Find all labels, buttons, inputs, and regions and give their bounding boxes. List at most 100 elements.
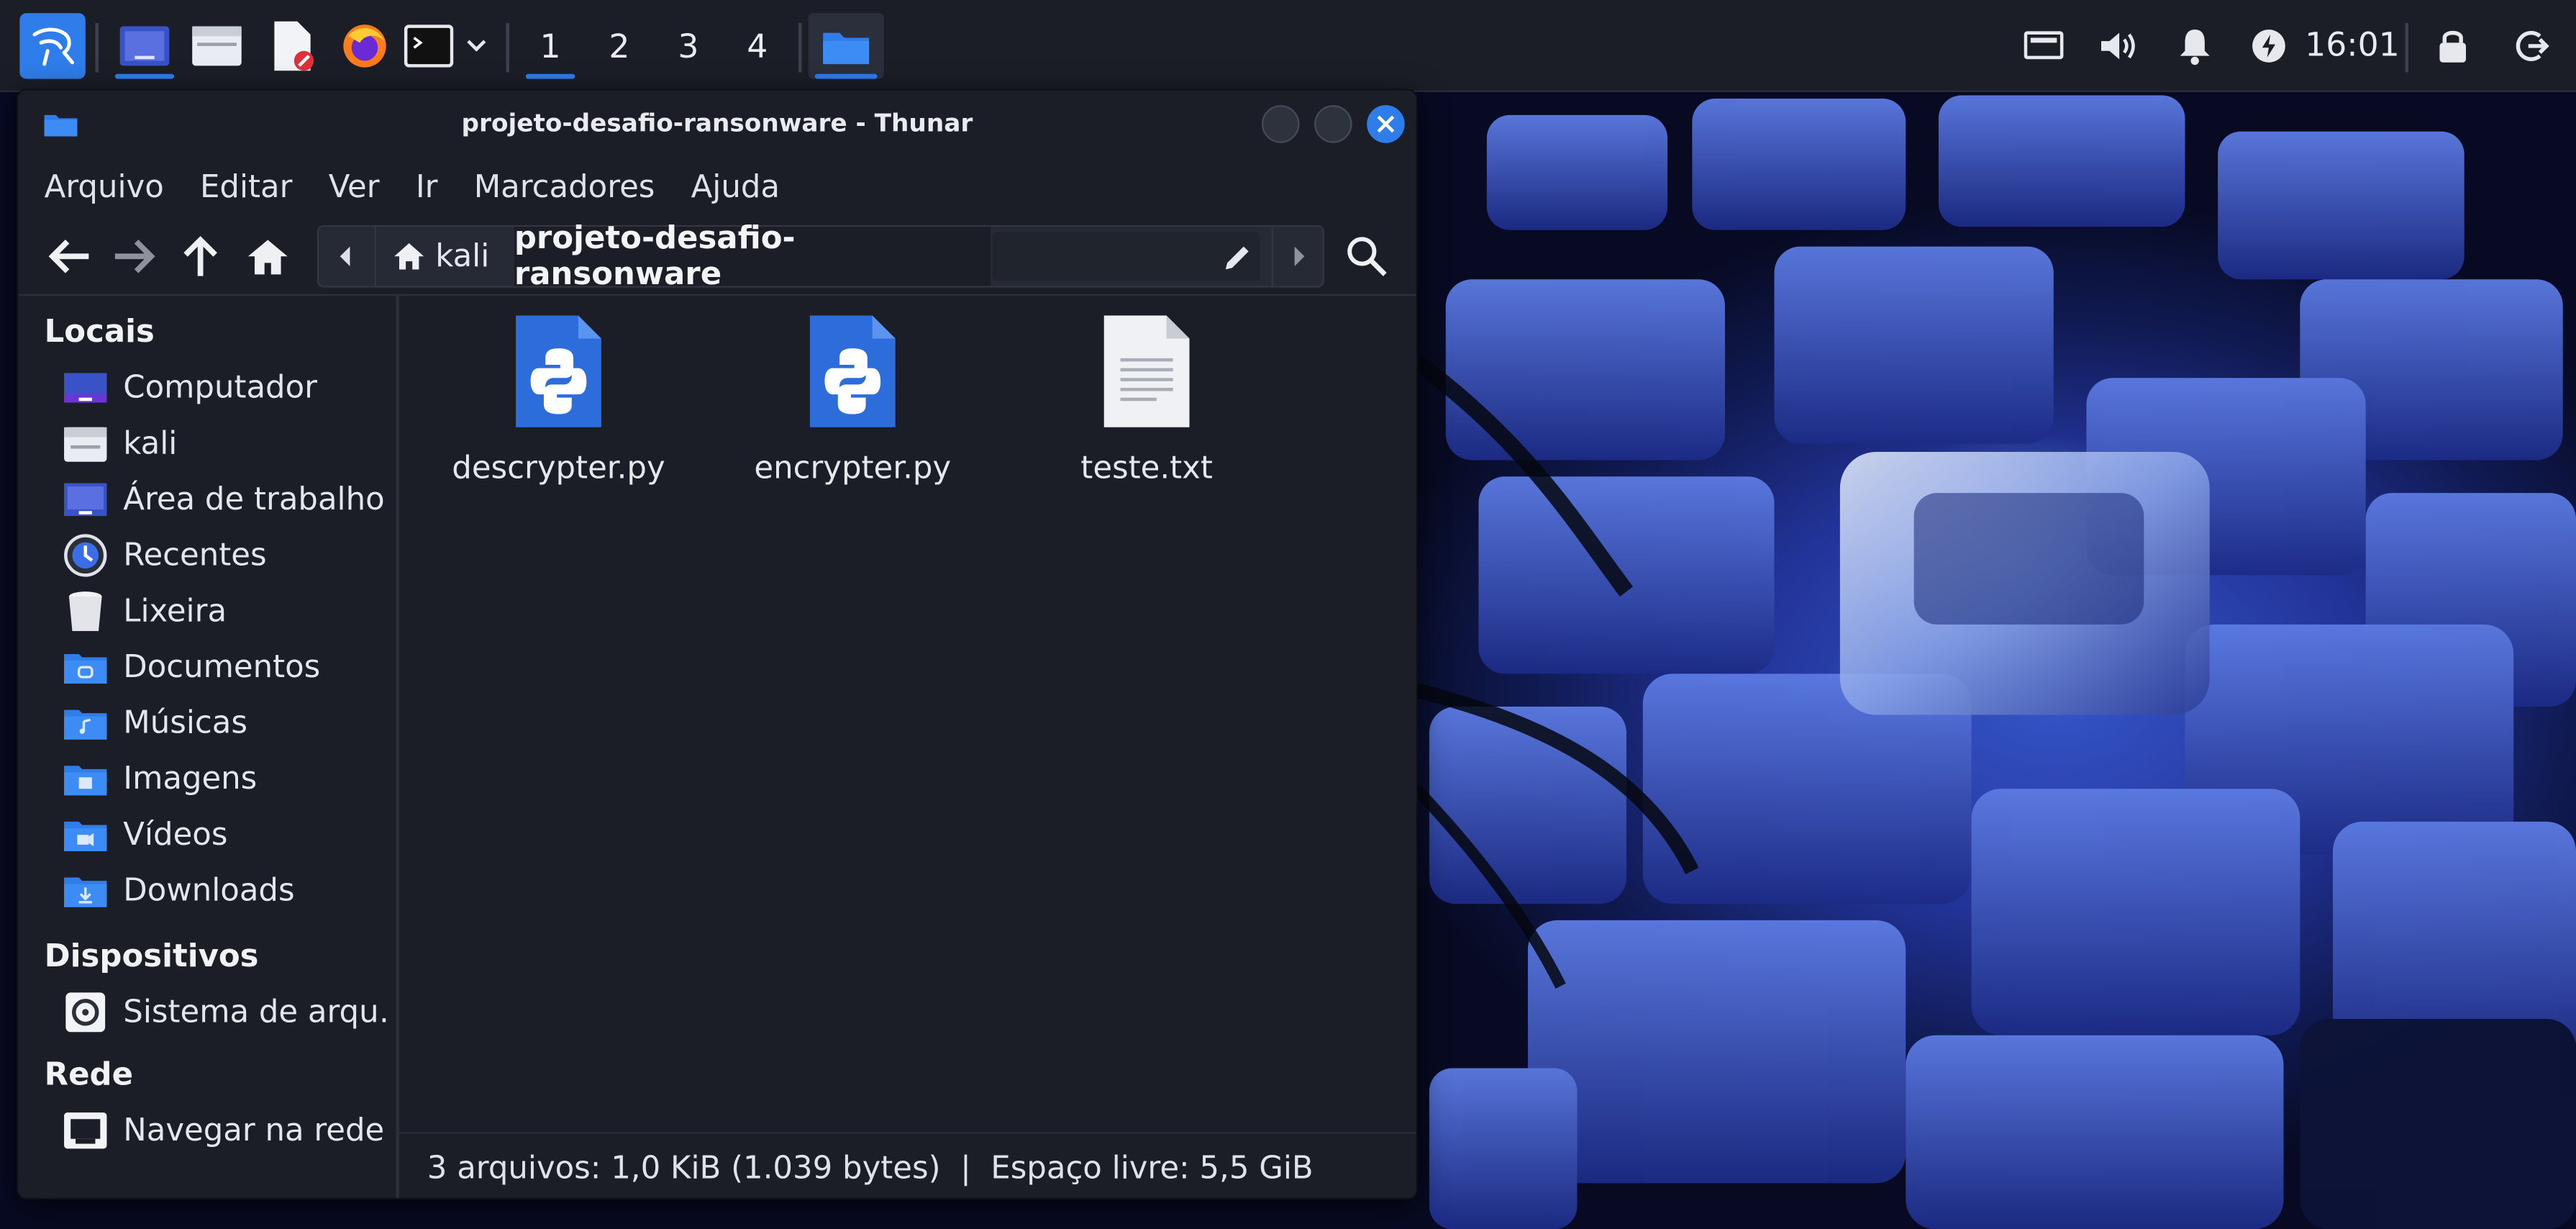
path-scroll-right-button[interactable] xyxy=(1271,227,1324,286)
window-title: projeto-desafio-ransonware - Thunar xyxy=(461,108,973,138)
desktop-icon xyxy=(64,483,107,517)
close-icon xyxy=(1377,115,1395,133)
home-folder-icon xyxy=(64,427,107,462)
terminal-icon xyxy=(404,24,454,68)
show-desktop-button[interactable] xyxy=(109,13,181,79)
power-manager-button[interactable] xyxy=(2244,13,2294,78)
file-item[interactable]: teste.txt xyxy=(1024,312,1270,486)
sidebar: Locais Computador kali Área de trabalho … xyxy=(18,294,396,1198)
music-folder-icon xyxy=(64,709,107,740)
file-item[interactable]: encrypter.py xyxy=(729,312,976,486)
sidebar-item-label: Recentes xyxy=(123,537,267,574)
firefox-icon xyxy=(343,24,386,68)
menu-marcadores[interactable]: Marcadores xyxy=(474,169,655,205)
terminal-launcher[interactable] xyxy=(401,13,457,78)
menu-ajuda[interactable]: Ajuda xyxy=(691,169,780,205)
sidebar-item-musicas[interactable]: Músicas xyxy=(61,699,390,748)
chevron-down-icon xyxy=(467,40,486,52)
volume-button[interactable] xyxy=(2093,13,2146,78)
logout-icon xyxy=(2516,30,2549,61)
file-view[interactable]: descrypter.py encrypter.py teste.txt xyxy=(399,294,1416,1133)
sidebar-item-label: Área de trabalho xyxy=(123,481,385,518)
home-button[interactable] xyxy=(240,228,296,284)
sidebar-section-rede: Rede xyxy=(44,1056,134,1093)
sidebar-item-sistema-de-arquivos[interactable]: Sistema de arqu… xyxy=(61,988,389,1038)
pencil-icon xyxy=(1225,246,1249,270)
kali-menu-button[interactable] xyxy=(19,13,86,79)
sidebar-item-downloads[interactable]: Downloads xyxy=(61,866,390,916)
downloads-folder-icon xyxy=(64,877,107,907)
sidebar-item-label: Lixeira xyxy=(123,593,227,630)
logout-button[interactable] xyxy=(2504,13,2557,78)
text-file-icon xyxy=(1103,315,1190,427)
thunar-window: projeto-desafio-ransonware - Thunar Arqu… xyxy=(16,89,1418,1200)
search-icon xyxy=(1347,237,1387,276)
sidebar-item-kali[interactable]: kali xyxy=(61,419,390,468)
menu-arquivo[interactable]: Arquivo xyxy=(45,169,164,205)
taskbar-thunar-button[interactable] xyxy=(808,13,884,79)
firefox-launcher[interactable] xyxy=(332,13,397,78)
window-titlebar[interactable]: projeto-desafio-ransonware - Thunar xyxy=(18,90,1416,156)
file-name: teste.txt xyxy=(1080,450,1213,487)
notifications-button[interactable] xyxy=(2169,13,2221,78)
sidebar-section-locais: Locais xyxy=(44,314,155,350)
file-manager-icon xyxy=(192,26,242,66)
text-editor-icon xyxy=(274,21,314,71)
sidebar-item-label: Downloads xyxy=(123,872,295,909)
path-scroll-left-button[interactable] xyxy=(319,227,371,286)
menu-ver[interactable]: Ver xyxy=(329,169,380,205)
parent-folder-button[interactable] xyxy=(173,228,229,284)
workspace-2[interactable]: 2 xyxy=(588,13,651,78)
maximize-button[interactable] xyxy=(1314,105,1352,143)
power-manager-icon xyxy=(2252,30,2285,63)
home-icon xyxy=(394,243,424,270)
sidebar-item-area-de-trabalho[interactable]: Área de trabalho xyxy=(61,475,390,525)
breadcrumb-home[interactable]: kali xyxy=(374,227,513,286)
sidebar-item-computador[interactable]: Computador xyxy=(61,363,390,413)
close-button[interactable] xyxy=(1367,105,1405,143)
python-file-icon xyxy=(516,315,601,427)
path-bar: kali projeto-desafio-ransonware xyxy=(317,220,1324,293)
sidebar-item-recentes[interactable]: Recentes xyxy=(61,531,390,581)
edit-location-button[interactable] xyxy=(1216,237,1258,279)
text-editor-launcher[interactable] xyxy=(260,13,325,78)
sidebar-item-label: Músicas xyxy=(123,704,247,741)
terminal-dropdown[interactable] xyxy=(460,13,493,78)
workspace-3[interactable]: 3 xyxy=(657,13,720,78)
sidebar-item-documentos[interactable]: Documentos xyxy=(61,643,390,692)
minimize-button[interactable] xyxy=(1261,105,1300,143)
videos-folder-icon xyxy=(64,821,107,852)
sidebar-item-videos[interactable]: Vídeos xyxy=(61,810,390,860)
search-button[interactable] xyxy=(1339,228,1395,284)
sidebar-item-navegar-na-rede[interactable]: Navegar na rede xyxy=(61,1106,390,1156)
menu-bar: Arquivo Editar Ver Ir Marcadores Ajuda xyxy=(18,156,1416,219)
arrow-up-icon xyxy=(183,235,217,276)
sidebar-item-label: Imagens xyxy=(123,761,258,797)
sidebar-section-dispositivos: Dispositivos xyxy=(44,938,259,975)
lock-icon xyxy=(2439,30,2466,63)
workspace-4[interactable]: 4 xyxy=(726,13,788,78)
sidebar-item-imagens[interactable]: Imagens xyxy=(61,754,390,804)
menu-ir[interactable]: Ir xyxy=(416,169,438,205)
back-button[interactable] xyxy=(41,228,97,284)
workspace-1[interactable]: 1 xyxy=(519,13,582,79)
menu-editar[interactable]: Editar xyxy=(200,169,292,205)
panel-clock[interactable]: 16:01 xyxy=(2305,24,2400,64)
lock-screen-button[interactable] xyxy=(2428,13,2477,78)
computer-icon xyxy=(64,373,107,403)
drive-icon xyxy=(65,992,106,1033)
display-icon xyxy=(2024,31,2064,60)
sidebar-item-label: Vídeos xyxy=(123,817,228,853)
python-file-icon xyxy=(809,315,896,427)
chevron-right-icon xyxy=(1293,246,1304,266)
sidebar-item-label: Navegar na rede xyxy=(123,1112,385,1149)
kali-menu-icon xyxy=(32,27,74,66)
sidebar-item-lixeira[interactable]: Lixeira xyxy=(61,586,390,636)
file-manager-launcher[interactable] xyxy=(184,13,250,78)
display-button[interactable] xyxy=(2018,13,2070,78)
show-desktop-icon xyxy=(119,26,170,66)
forward-button[interactable] xyxy=(106,228,163,284)
network-icon xyxy=(64,1112,107,1149)
file-item[interactable]: descrypter.py xyxy=(435,312,682,486)
breadcrumb-current[interactable]: projeto-desafio-ransonware xyxy=(514,220,991,293)
